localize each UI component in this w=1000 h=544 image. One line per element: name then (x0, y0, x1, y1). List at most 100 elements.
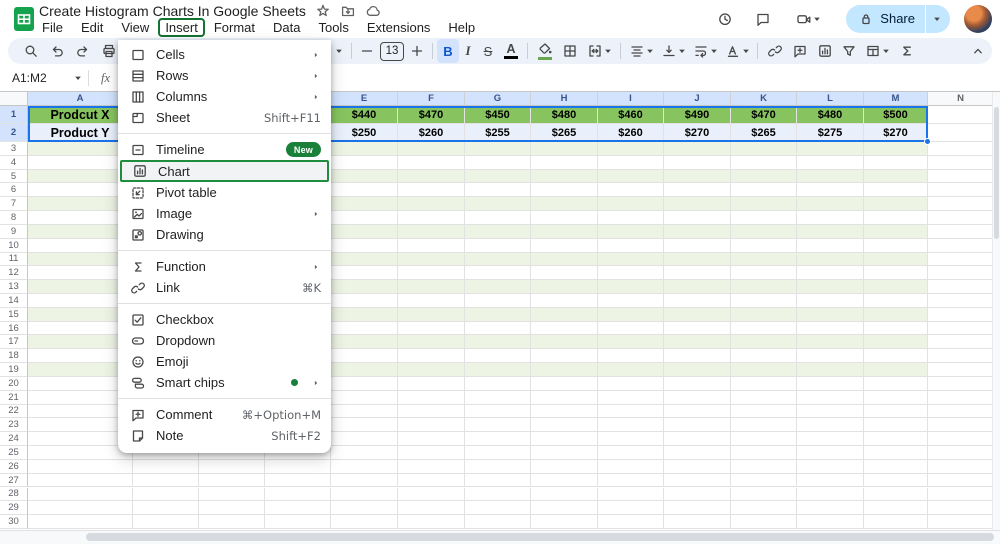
row-header-5[interactable]: 5 (0, 170, 28, 184)
cell-E6[interactable] (331, 183, 398, 197)
cell-L6[interactable] (797, 183, 864, 197)
cell-J4[interactable] (664, 156, 731, 170)
menu-item-sheet[interactable]: SheetShift+F11 (118, 107, 331, 128)
cell-G5[interactable] (465, 170, 531, 184)
cell-B28[interactable] (133, 488, 199, 502)
cell-H5[interactable] (531, 170, 598, 184)
text-rotation-icon[interactable] (721, 39, 753, 63)
avatar[interactable] (964, 5, 992, 33)
row-header-16[interactable]: 16 (0, 322, 28, 336)
cell-K23[interactable] (731, 418, 797, 432)
cell-L4[interactable] (797, 156, 864, 170)
cell-M25[interactable] (864, 446, 928, 460)
cell-N12[interactable] (928, 266, 994, 280)
cell-G7[interactable] (465, 197, 531, 211)
menu-item-dropdown[interactable]: Dropdown (118, 330, 331, 351)
cell-D30[interactable] (265, 515, 331, 529)
cell-L16[interactable] (797, 322, 864, 336)
cell-M23[interactable] (864, 418, 928, 432)
cell-F28[interactable] (398, 488, 465, 502)
row-header-26[interactable]: 26 (0, 460, 28, 474)
cell-N5[interactable] (928, 170, 994, 184)
cell-I4[interactable] (598, 156, 664, 170)
row-header-18[interactable]: 18 (0, 349, 28, 363)
name-box[interactable]: A1:M2 (0, 71, 82, 85)
cell-M24[interactable] (864, 432, 928, 446)
cell-M18[interactable] (864, 349, 928, 363)
cell-G21[interactable] (465, 391, 531, 405)
cell-E26[interactable] (331, 460, 398, 474)
cell-K25[interactable] (731, 446, 797, 460)
borders-icon[interactable] (557, 39, 582, 63)
menu-item-timeline[interactable]: TimelineNew (118, 139, 331, 160)
row-header-21[interactable]: 21 (0, 391, 28, 405)
cell-M5[interactable] (864, 170, 928, 184)
row-header-9[interactable]: 9 (0, 225, 28, 239)
menubar-item-tools[interactable]: Tools (309, 17, 357, 38)
cell-L22[interactable] (797, 405, 864, 419)
cell-H18[interactable] (531, 349, 598, 363)
cell-L17[interactable] (797, 335, 864, 349)
cell-M4[interactable] (864, 156, 928, 170)
cell-I23[interactable] (598, 418, 664, 432)
vertical-scrollbar-thumb[interactable] (994, 107, 999, 239)
row-header-14[interactable]: 14 (0, 294, 28, 308)
cell-F11[interactable] (398, 253, 465, 267)
menu-item-comment[interactable]: Comment⌘+Option+M (118, 404, 331, 425)
cell-K28[interactable] (731, 488, 797, 502)
cell-N27[interactable] (928, 474, 994, 488)
cell-L12[interactable] (797, 266, 864, 280)
row-header-8[interactable]: 8 (0, 211, 28, 225)
cell-H25[interactable] (531, 446, 598, 460)
cell-H21[interactable] (531, 391, 598, 405)
cell-H11[interactable] (531, 253, 598, 267)
cell-E30[interactable] (331, 515, 398, 529)
cell-E16[interactable] (331, 322, 398, 336)
cell-I25[interactable] (598, 446, 664, 460)
cell-H19[interactable] (531, 363, 598, 377)
cell-E27[interactable] (331, 474, 398, 488)
cell-E10[interactable] (331, 239, 398, 253)
cell-E7[interactable] (331, 197, 398, 211)
redo-icon[interactable] (70, 39, 96, 63)
cell-K7[interactable] (731, 197, 797, 211)
cell-H6[interactable] (531, 183, 598, 197)
functions-sigma-icon[interactable] (894, 39, 920, 63)
row-header-2[interactable]: 2 (0, 124, 28, 142)
row-header-6[interactable]: 6 (0, 183, 28, 197)
cell-L3[interactable] (797, 142, 864, 156)
cell-K6[interactable] (731, 183, 797, 197)
cell-J24[interactable] (664, 432, 731, 446)
cell-H28[interactable] (531, 488, 598, 502)
cell-F29[interactable] (398, 501, 465, 515)
cell-I18[interactable] (598, 349, 664, 363)
menu-item-function[interactable]: Function (118, 256, 331, 277)
cell-J20[interactable] (664, 377, 731, 391)
cell-A29[interactable] (28, 501, 133, 515)
cell-E15[interactable] (331, 308, 398, 322)
cell-G1[interactable]: $450 (465, 106, 531, 124)
cell-H16[interactable] (531, 322, 598, 336)
cell-G29[interactable] (465, 501, 531, 515)
cell-F18[interactable] (398, 349, 465, 363)
cell-H29[interactable] (531, 501, 598, 515)
cell-I28[interactable] (598, 488, 664, 502)
cell-N8[interactable] (928, 211, 994, 225)
menu-item-emoji[interactable]: Emoji (118, 351, 331, 372)
cell-G26[interactable] (465, 460, 531, 474)
cell-M29[interactable] (864, 501, 928, 515)
column-header-L[interactable]: L (797, 92, 864, 106)
cell-M2[interactable]: $270 (864, 124, 928, 142)
cell-N16[interactable] (928, 322, 994, 336)
strikethrough-button[interactable]: S (477, 39, 499, 63)
cell-A28[interactable] (28, 488, 133, 502)
menu-item-note[interactable]: NoteShift+F2 (118, 425, 331, 446)
cell-I12[interactable] (598, 266, 664, 280)
collapse-toolbar-icon[interactable] (966, 43, 990, 59)
cell-G24[interactable] (465, 432, 531, 446)
cell-I30[interactable] (598, 515, 664, 529)
cell-I24[interactable] (598, 432, 664, 446)
row-header-1[interactable]: 1 (0, 106, 28, 124)
cell-N9[interactable] (928, 225, 994, 239)
cell-H7[interactable] (531, 197, 598, 211)
